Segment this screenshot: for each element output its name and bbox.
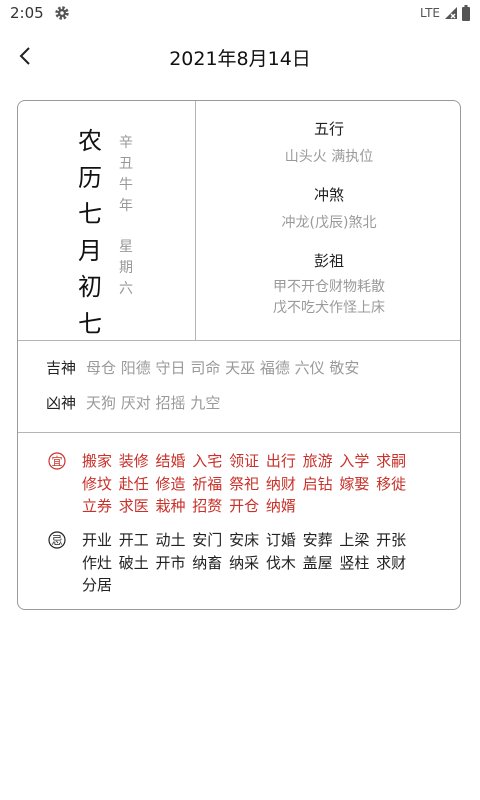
weekday: 星 期 六	[116, 237, 136, 300]
lunar-date: 农 历 七 月 初 七	[74, 123, 106, 342]
ji-list: 开业 开工 动土 安门 安床 订婚 安葬 上梁 开张 作灶 破土 开市 纳畜 纳…	[82, 529, 422, 597]
date-info-section: 农 历 七 月 初 七 辛 丑 牛 年 星 期 六 五行 山头火 满执位 冲煞 …	[18, 101, 460, 341]
yi-line: 立券 求医 栽种 招赘 开仓 纳婿	[82, 497, 296, 515]
chongsha-label: 冲煞	[313, 186, 344, 204]
weekday-char: 六	[119, 281, 133, 297]
svg-text:忌: 忌	[52, 534, 63, 547]
lunar-year: 辛 丑 牛 年	[116, 133, 136, 217]
lunar-year-char: 辛	[119, 135, 133, 151]
ji-line: 作灶 破土 开市 纳畜 纳采 伐木 盖屋 竖柱 求财	[82, 553, 407, 572]
xiongshen-label: 凶神	[46, 394, 77, 412]
wuxing-value: 山头火 满执位	[284, 149, 374, 165]
app-header: 2021年8月14日	[0, 28, 480, 84]
status-time: 2:05	[10, 4, 44, 22]
yi-list: 搬家 装修 结婚 入宅 领证 出行 旅游 入学 求嗣 修坟 赴任 修造 祈福 祭…	[82, 450, 422, 518]
ji-line: 分居	[82, 576, 113, 594]
chongsha-block: 冲煞 冲龙(戊辰)煞北	[196, 185, 462, 234]
almanac-card: 农 历 七 月 初 七 辛 丑 牛 年 星 期 六 五行 山头火 满执位 冲煞 …	[17, 100, 461, 610]
pengzu-line2: 戊不吃犬作怪上床	[273, 300, 385, 316]
page-title: 2021年8月14日	[169, 48, 311, 70]
lunar-date-char: 七	[78, 309, 102, 338]
ji-seal-icon: 忌	[48, 531, 66, 549]
pengzu-block: 彭祖 甲不开仓财物耗散 戊不吃犬作怪上床	[196, 251, 462, 319]
lunar-date-char: 七	[78, 200, 102, 228]
wuxing-label: 五行	[313, 120, 344, 138]
lunar-year-char: 丑	[119, 156, 133, 172]
status-icons: LTE	[420, 5, 470, 21]
gear-icon	[55, 6, 69, 20]
signal-icon	[445, 7, 457, 19]
lunar-date-char: 月	[78, 236, 102, 265]
wuxing-block: 五行 山头火 满执位	[196, 119, 462, 168]
lunar-date-char: 历	[78, 163, 102, 192]
yi-line: 搬家 装修 结婚 入宅 领证 出行 旅游 入学 求嗣	[82, 452, 407, 470]
yi-seal-icon: 宜	[48, 452, 66, 470]
network-type: LTE	[420, 6, 440, 20]
lunar-date-char: 初	[78, 273, 102, 301]
pengzu-line1: 甲不开仓财物耗散	[273, 279, 385, 295]
chongsha-value: 冲龙(戊辰)煞北	[281, 215, 377, 231]
svg-text:宜: 宜	[52, 454, 63, 468]
ji-line: 开业 开工 动土 安门 安床 订婚 安葬 上梁 开张	[82, 531, 407, 549]
gods-section: 吉神 母仓 阳德 守日 司命 天巫 福德 六仪 敬安 凶神 天狗 厌对 招摇 九空	[18, 340, 460, 433]
jishen-label: 吉神	[46, 359, 77, 377]
pengzu-label: 彭祖	[313, 252, 344, 270]
yi-line: 修坟 赴任 修造 祈福 祭祀 纳财 启钻 嫁娶 移徙	[82, 474, 407, 493]
lunar-year-char: 年	[119, 198, 133, 214]
lunar-date-char: 农	[78, 127, 102, 155]
weekday-char: 期	[119, 260, 133, 276]
lunar-year-char: 牛	[119, 177, 133, 193]
status-bar: 2:05 LTE	[0, 0, 480, 28]
xiongshen-value: 天狗 厌对 招摇 九空	[86, 394, 221, 412]
xiongshen-row: 凶神 天狗 厌对 招摇 九空	[46, 393, 220, 413]
jishen-value: 母仓 阳德 守日 司命 天巫 福德 六仪 敬安	[86, 359, 360, 377]
weekday-char: 星	[119, 239, 133, 255]
jishen-row: 吉神 母仓 阳德 守日 司命 天巫 福德 六仪 敬安	[46, 358, 359, 378]
battery-icon	[462, 5, 470, 21]
